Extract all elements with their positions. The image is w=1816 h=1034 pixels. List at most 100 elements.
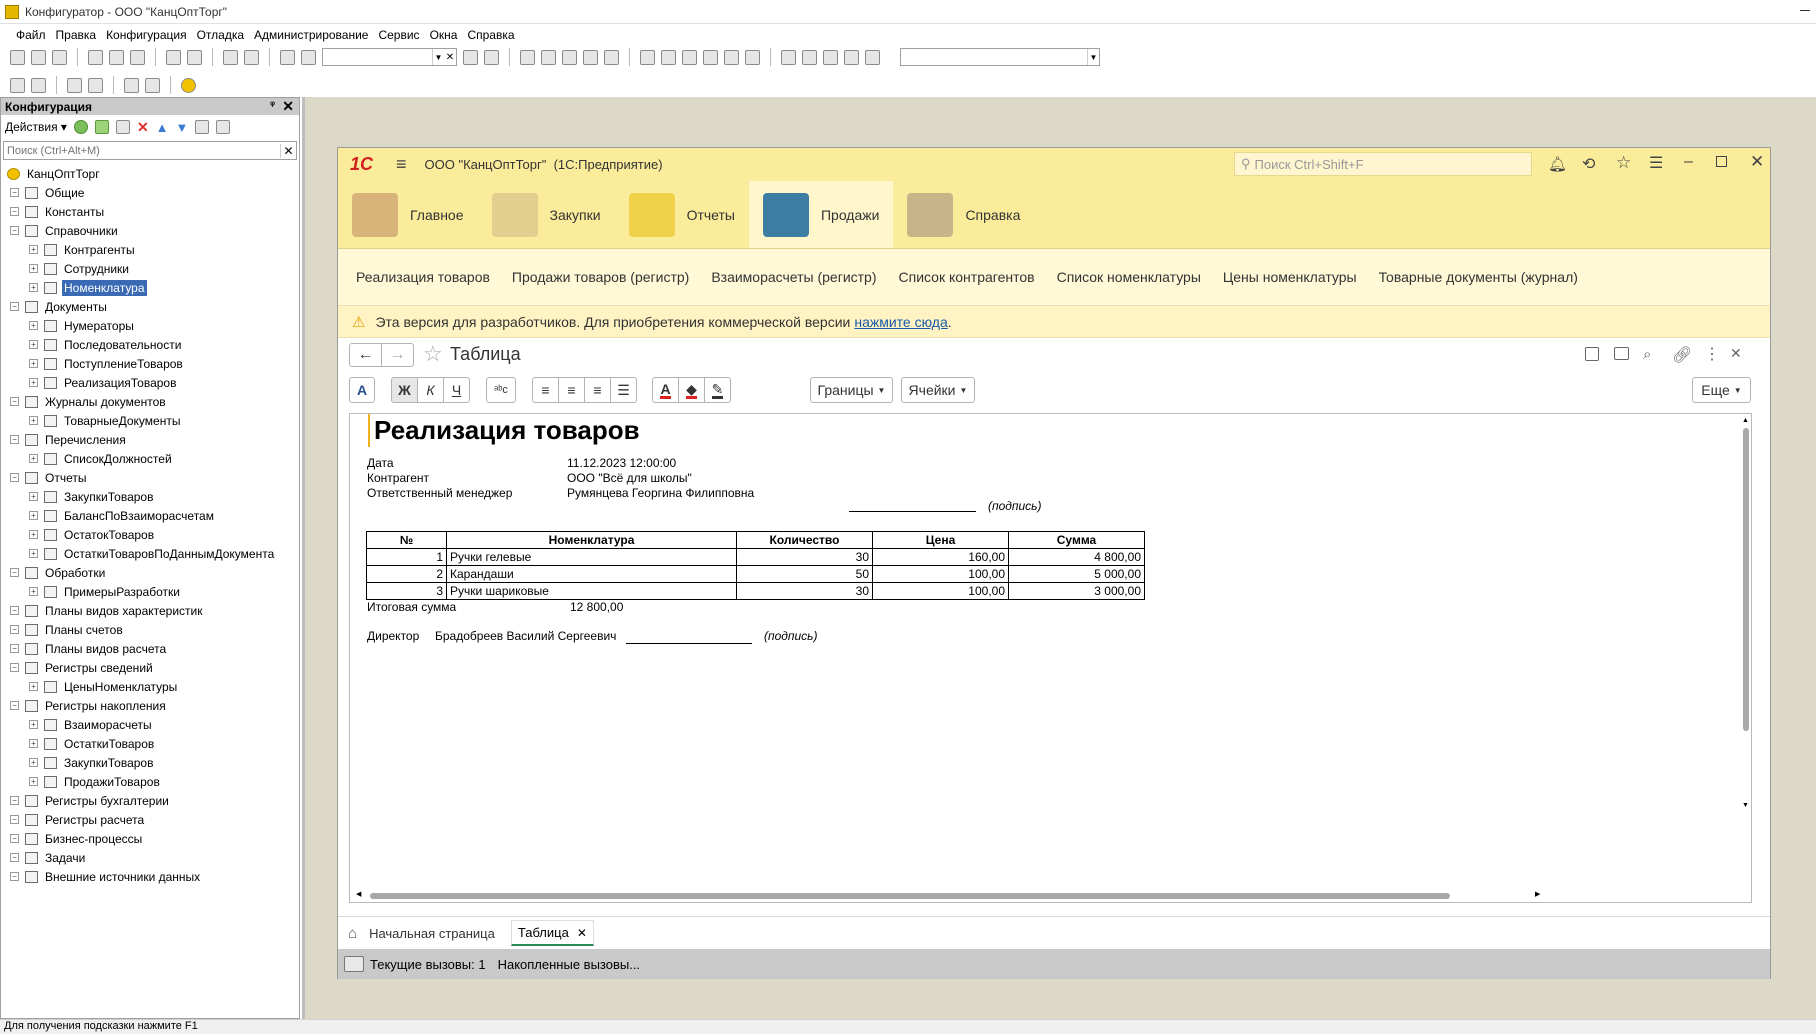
expand-toggle-icon[interactable]: +	[29, 777, 38, 786]
undo-icon[interactable]	[223, 49, 238, 65]
tree-node[interactable]: + ЗакупкиТоваров	[1, 487, 299, 506]
debug-run-icon[interactable]	[745, 49, 760, 65]
expand-toggle-icon[interactable]: −	[10, 701, 19, 710]
hamburger-icon[interactable]: ≡	[396, 154, 407, 175]
tree-node[interactable]: − Перечисления	[1, 430, 299, 449]
filter-icon[interactable]	[216, 120, 231, 134]
search-combobox[interactable]: ▼ ✕	[322, 48, 457, 66]
tree-node[interactable]: + БалансПоВзаиморасчетам	[1, 506, 299, 525]
tree-node[interactable]: − Документы	[1, 297, 299, 316]
tree-node[interactable]: + Последовательности	[1, 335, 299, 354]
text-color-button[interactable]: A	[652, 377, 679, 403]
publish-icon[interactable]	[145, 77, 160, 93]
horizontal-scroll-thumb[interactable]	[370, 893, 1450, 899]
table-row[interactable]: 2 Карандаши 50 100,00 5 000,00	[366, 565, 1145, 583]
align-right-button[interactable]: ≡	[584, 377, 611, 403]
tab-close-icon[interactable]: ✕	[577, 926, 587, 940]
tree-node[interactable]: − Регистры бухгалтерии	[1, 791, 299, 810]
tree-node[interactable]: + Контрагенты	[1, 240, 299, 259]
properties-icon[interactable]	[31, 77, 46, 93]
sort-icon[interactable]	[195, 120, 210, 134]
print-icon[interactable]	[166, 49, 181, 65]
tree-node[interactable]: + Номенклатура	[1, 278, 299, 297]
table-row[interactable]: 3 Ручки шариковые 30 100,00 3 000,00	[366, 582, 1145, 600]
expand-toggle-icon[interactable]: +	[29, 511, 38, 520]
find-prev-icon[interactable]	[484, 49, 499, 65]
clear-icon[interactable]: ✕	[280, 143, 296, 158]
table-icon[interactable]	[88, 77, 103, 93]
table-row[interactable]: 1 Ручки гелевые 30 160,00 4 800,00	[366, 548, 1145, 566]
back-button[interactable]: ←	[349, 343, 382, 367]
justify-button[interactable]: ☰	[610, 377, 637, 403]
tree-node[interactable]: − Справочники	[1, 221, 299, 240]
info-icon[interactable]	[604, 49, 619, 65]
command-link-0[interactable]: Реализация товаров	[356, 269, 490, 285]
expand-toggle-icon[interactable]: −	[10, 853, 19, 862]
config-window-icon[interactable]	[10, 77, 25, 93]
tree-node[interactable]: − Планы видов расчета	[1, 639, 299, 658]
tree-node[interactable]: − Обработки	[1, 563, 299, 582]
spellcheck-button[interactable]: ᵃᵇc	[486, 377, 516, 403]
bell-icon[interactable]: 🔔︎	[1548, 155, 1567, 173]
border-color-button[interactable]: ✎	[704, 377, 731, 403]
command-link-5[interactable]: Цены номенклатуры	[1223, 269, 1357, 285]
form-close-icon[interactable]: ✕	[1730, 345, 1742, 362]
pin-icon[interactable]: ᵠ	[270, 100, 275, 111]
command-link-2[interactable]: Взаиморасчеты (регистр)	[711, 269, 876, 285]
link-icon[interactable]: 🔗︎	[1672, 345, 1692, 365]
fill-color-button[interactable]: ◆	[678, 377, 705, 403]
tree-node[interactable]: − Регистры сведений	[1, 658, 299, 677]
run-enterprise-icon[interactable]	[124, 77, 139, 93]
tree-node[interactable]: + ПримерыРазработки	[1, 582, 299, 601]
underline-button[interactable]: Ч	[443, 377, 470, 403]
expand-toggle-icon[interactable]: +	[29, 587, 38, 596]
expand-toggle-icon[interactable]: −	[10, 568, 19, 577]
close-icon[interactable]: ✕	[282, 98, 294, 115]
close-icon[interactable]: ✕	[1750, 152, 1764, 172]
save-icon[interactable]	[52, 49, 67, 65]
align-center-button[interactable]: ≡	[558, 377, 585, 403]
tab-table[interactable]: Таблица ✕	[510, 920, 594, 946]
calls-icon[interactable]	[344, 956, 364, 972]
add-icon[interactable]	[73, 120, 88, 134]
search-icon[interactable]	[301, 49, 316, 65]
warning-link[interactable]: нажмите сюда	[854, 314, 947, 330]
tile-icon[interactable]	[802, 49, 817, 65]
debug-step-icon[interactable]	[661, 49, 676, 65]
borders-dropdown[interactable]: Границы ▼	[810, 377, 893, 403]
section-4[interactable]: Справка	[893, 181, 1034, 248]
tree-node[interactable]: КанцОптТорг	[1, 164, 299, 183]
tree-node[interactable]: + ТоварныеДокументы	[1, 411, 299, 430]
tree-node[interactable]: + ПродажиТоваров	[1, 772, 299, 791]
expand-toggle-icon[interactable]: +	[29, 416, 38, 425]
clear-icon[interactable]: ✕	[444, 52, 456, 63]
tree-node[interactable]: + ОстатокТоваров	[1, 525, 299, 544]
menu-lines-icon[interactable]: ☰	[1649, 153, 1663, 173]
font-button[interactable]: A	[349, 377, 375, 403]
vertical-scroll-thumb[interactable]	[1743, 428, 1749, 731]
italic-button[interactable]: К	[417, 377, 444, 403]
config-search-input[interactable]	[4, 142, 280, 159]
expand-toggle-icon[interactable]: +	[29, 492, 38, 501]
db-icon[interactable]	[67, 77, 82, 93]
expand-toggle-icon[interactable]: −	[10, 435, 19, 444]
print-icon[interactable]	[1614, 347, 1629, 360]
tree-node[interactable]: − Внешние источники данных	[1, 867, 299, 886]
template-icon[interactable]	[583, 49, 598, 65]
find-next-icon[interactable]	[463, 49, 478, 65]
spreadsheet-document[interactable]: Реализация товаров Дата 11.12.2023 12:00:…	[349, 413, 1752, 903]
delete-icon[interactable]: ✕	[137, 119, 149, 136]
tree-node[interactable]: − Планы счетов	[1, 620, 299, 639]
debug-step-out-icon[interactable]	[703, 49, 718, 65]
more-dropdown[interactable]: Еще ▼	[1692, 377, 1751, 403]
tree-node[interactable]: + Нумераторы	[1, 316, 299, 335]
minimize-icon[interactable]: –	[1684, 153, 1693, 171]
copy-icon[interactable]	[115, 120, 130, 134]
expand-toggle-icon[interactable]: +	[29, 682, 38, 691]
cut-icon[interactable]	[88, 49, 103, 65]
assistant-icon[interactable]	[562, 49, 577, 65]
expand-toggle-icon[interactable]: −	[10, 663, 19, 672]
menu-item-4[interactable]: Администрирование	[254, 28, 368, 42]
bold-button[interactable]: Ж	[391, 377, 418, 403]
tree-node[interactable]: − Журналы документов	[1, 392, 299, 411]
